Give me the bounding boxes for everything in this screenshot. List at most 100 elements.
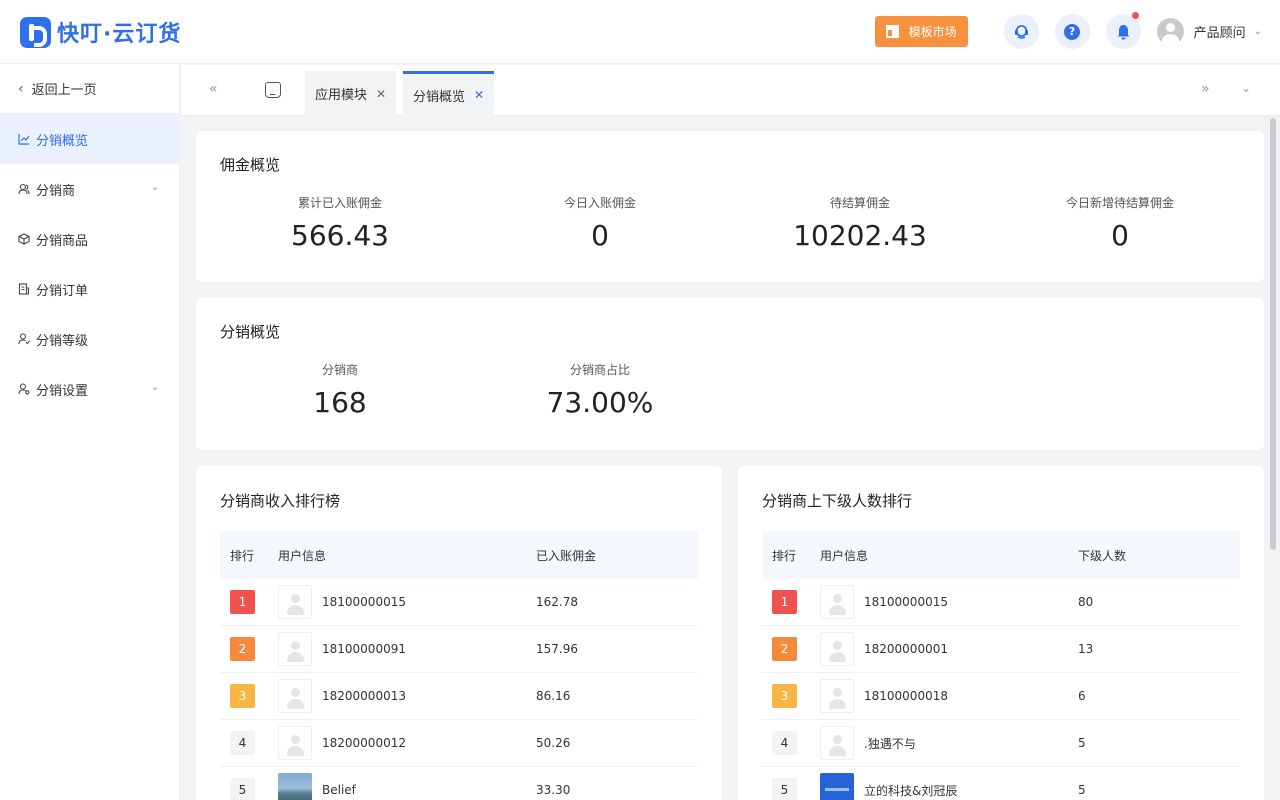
table-row: 2 18100000091 157.96 <box>220 626 698 673</box>
distribution-overview-card: 分销概览 分销商 168 分销商占比 73.00% <box>196 298 1264 450</box>
tab-distribution-overview[interactable]: 分销概览 ✕ <box>403 71 495 116</box>
bell-icon <box>1115 23 1132 40</box>
sidebar: ‹ 返回上一页 分销概览 分销商 ⌄ 分销商品 分销订单 分销等级 分销设置 ⌄ <box>0 64 180 800</box>
sidebar-item-label: 分销商品 <box>36 233 89 249</box>
rank-badge: 1 <box>772 590 797 614</box>
user-avatar-icon <box>820 773 854 800</box>
sidebar-item-overview[interactable]: 分销概览 <box>0 114 179 164</box>
close-icon[interactable]: ✕ <box>474 88 484 102</box>
user-name: 18200000001 <box>864 642 948 656</box>
chevron-left-icon: ‹ <box>18 80 24 97</box>
home-icon[interactable] <box>265 82 281 98</box>
rank-cell: 3 <box>220 684 278 708</box>
sidebar-item-label: 分销商 <box>36 183 76 199</box>
column-header-subordinates: 下级人数 <box>1078 548 1127 563</box>
customer-service-icon <box>1013 23 1030 40</box>
stat-distributors: 分销商 168 <box>240 361 440 419</box>
stat-label: 分销商占比 <box>569 363 630 377</box>
stat-label: 今日入账佣金 <box>563 196 636 210</box>
chart-icon <box>18 133 30 145</box>
table-row: 4 18200000012 50.26 <box>220 720 698 767</box>
help-button[interactable]: ? <box>1054 14 1090 49</box>
user-menu[interactable]: 产品顾问 ⌄ <box>1156 18 1262 45</box>
rank-badge: 5 <box>230 778 255 800</box>
logo-icon <box>20 16 51 48</box>
tab-label: 应用模块 <box>315 88 368 103</box>
user-avatar-icon <box>1156 18 1184 45</box>
table-row: 4 .独遇不与 5 <box>762 720 1240 767</box>
stat-label: 累计已入账佣金 <box>297 196 382 210</box>
stat-today-pending-commission: 今日新增待结算佣金 0 <box>1020 194 1220 252</box>
rank-cell: 5 <box>762 778 820 800</box>
chevron-down-icon[interactable]: ⌄ <box>1241 81 1251 95</box>
stat-distributor-ratio: 分销商占比 73.00% <box>500 361 700 419</box>
tab-app-modules[interactable]: 应用模块 ✕ <box>305 71 397 116</box>
rank-badge: 3 <box>772 684 797 708</box>
app-logo[interactable]: 快叮·云订货 <box>20 16 181 48</box>
rank-cell: 2 <box>762 637 820 661</box>
user-avatar-icon <box>278 773 312 800</box>
subordinate-ranking-table: 排行 用户信息 下级人数 1 18100000015 80 2 18200000001 1… <box>762 531 1240 800</box>
user-cell: Belief <box>278 773 536 800</box>
user-avatar-icon <box>820 632 854 666</box>
sidebar-item-settings[interactable]: 分销设置 ⌄ <box>0 364 179 414</box>
card-title: 分销商收入排行榜 <box>220 492 341 510</box>
stat-value: 0 <box>1111 219 1129 252</box>
close-icon[interactable]: ✕ <box>376 87 386 101</box>
user-cell: 18100000018 <box>820 679 1078 713</box>
stat-value: 168 <box>313 386 367 419</box>
value-cell: 6 <box>1078 689 1086 703</box>
user-avatar-icon <box>278 726 312 760</box>
income-ranking-table: 排行 用户信息 已入账佣金 1 18100000015 162.78 2 1810000… <box>220 531 698 800</box>
scroll-right-icon[interactable]: » <box>1201 81 1210 97</box>
page-scrollbar[interactable] <box>1270 118 1276 550</box>
logo-text: 快叮·云订货 <box>57 22 182 47</box>
stat-label: 待结算佣金 <box>829 196 890 210</box>
value-cell: 157.96 <box>536 642 578 656</box>
user-avatar-icon <box>820 726 854 760</box>
value-cell: 80 <box>1078 595 1094 609</box>
sidebar-item-levels[interactable]: 分销等级 <box>0 314 179 364</box>
value-cell: 5 <box>1078 736 1086 750</box>
sidebar-item-label: 分销等级 <box>36 333 89 349</box>
commission-overview-card: 佣金概览 累计已入账佣金 566.43 今日入账佣金 0 待结算佣金 10202… <box>196 131 1264 282</box>
rank-badge: 2 <box>772 637 797 661</box>
card-title: 分销概览 <box>220 323 281 341</box>
stat-today-commission: 今日入账佣金 0 <box>500 194 700 252</box>
table-row: 3 18200000013 86.16 <box>220 673 698 720</box>
users-icon <box>18 183 30 195</box>
card-title: 佣金概览 <box>220 156 281 174</box>
chevron-down-icon: ⌄ <box>150 182 159 193</box>
sidebar-item-label: 分销设置 <box>36 383 89 399</box>
sidebar-item-products[interactable]: 分销商品 <box>0 214 179 264</box>
sidebar-item-distributors[interactable]: 分销商 ⌄ <box>0 164 179 214</box>
column-header-rank: 排行 <box>772 548 797 563</box>
user-name: Belief <box>322 783 356 797</box>
user-name: 产品顾问 <box>1193 26 1246 41</box>
top-header: 快叮·云订货 模板市场 ? 产品顾问 ⌄ <box>0 0 1280 64</box>
column-header-rank: 排行 <box>230 548 255 563</box>
settings-icon <box>18 383 30 395</box>
table-header: 排行 用户信息 已入账佣金 <box>220 531 698 579</box>
stat-value: 566.43 <box>291 219 389 252</box>
back-button[interactable]: ‹ 返回上一页 <box>0 64 179 114</box>
user-name: 18200000013 <box>322 689 406 703</box>
user-cell: 18100000015 <box>278 585 536 619</box>
customer-service-button[interactable] <box>1003 14 1039 49</box>
template-market-button[interactable]: 模板市场 <box>874 16 968 47</box>
sidebar-item-label: 分销订单 <box>36 283 89 299</box>
help-icon: ? <box>1064 23 1081 40</box>
sidebar-item-orders[interactable]: 分销订单 <box>0 264 179 314</box>
value-cell: 5 <box>1078 783 1086 797</box>
table-row: 5 立的科技&刘冠辰 5 <box>762 767 1240 800</box>
notification-button[interactable] <box>1105 12 1141 49</box>
user-cell: 18200000013 <box>278 679 536 713</box>
table-row: 1 18100000015 80 <box>762 579 1240 626</box>
user-cell: 18100000091 <box>278 632 536 666</box>
user-name: 18200000012 <box>322 736 406 750</box>
column-header-user: 用户信息 <box>820 548 869 563</box>
scroll-left-icon[interactable]: « <box>209 81 218 97</box>
tab-bar: « 应用模块 ✕ 分销概览 ✕ » ⌄ <box>181 65 1280 116</box>
rank-badge: 3 <box>230 684 255 708</box>
chevron-down-icon: ⌄ <box>150 382 159 393</box>
